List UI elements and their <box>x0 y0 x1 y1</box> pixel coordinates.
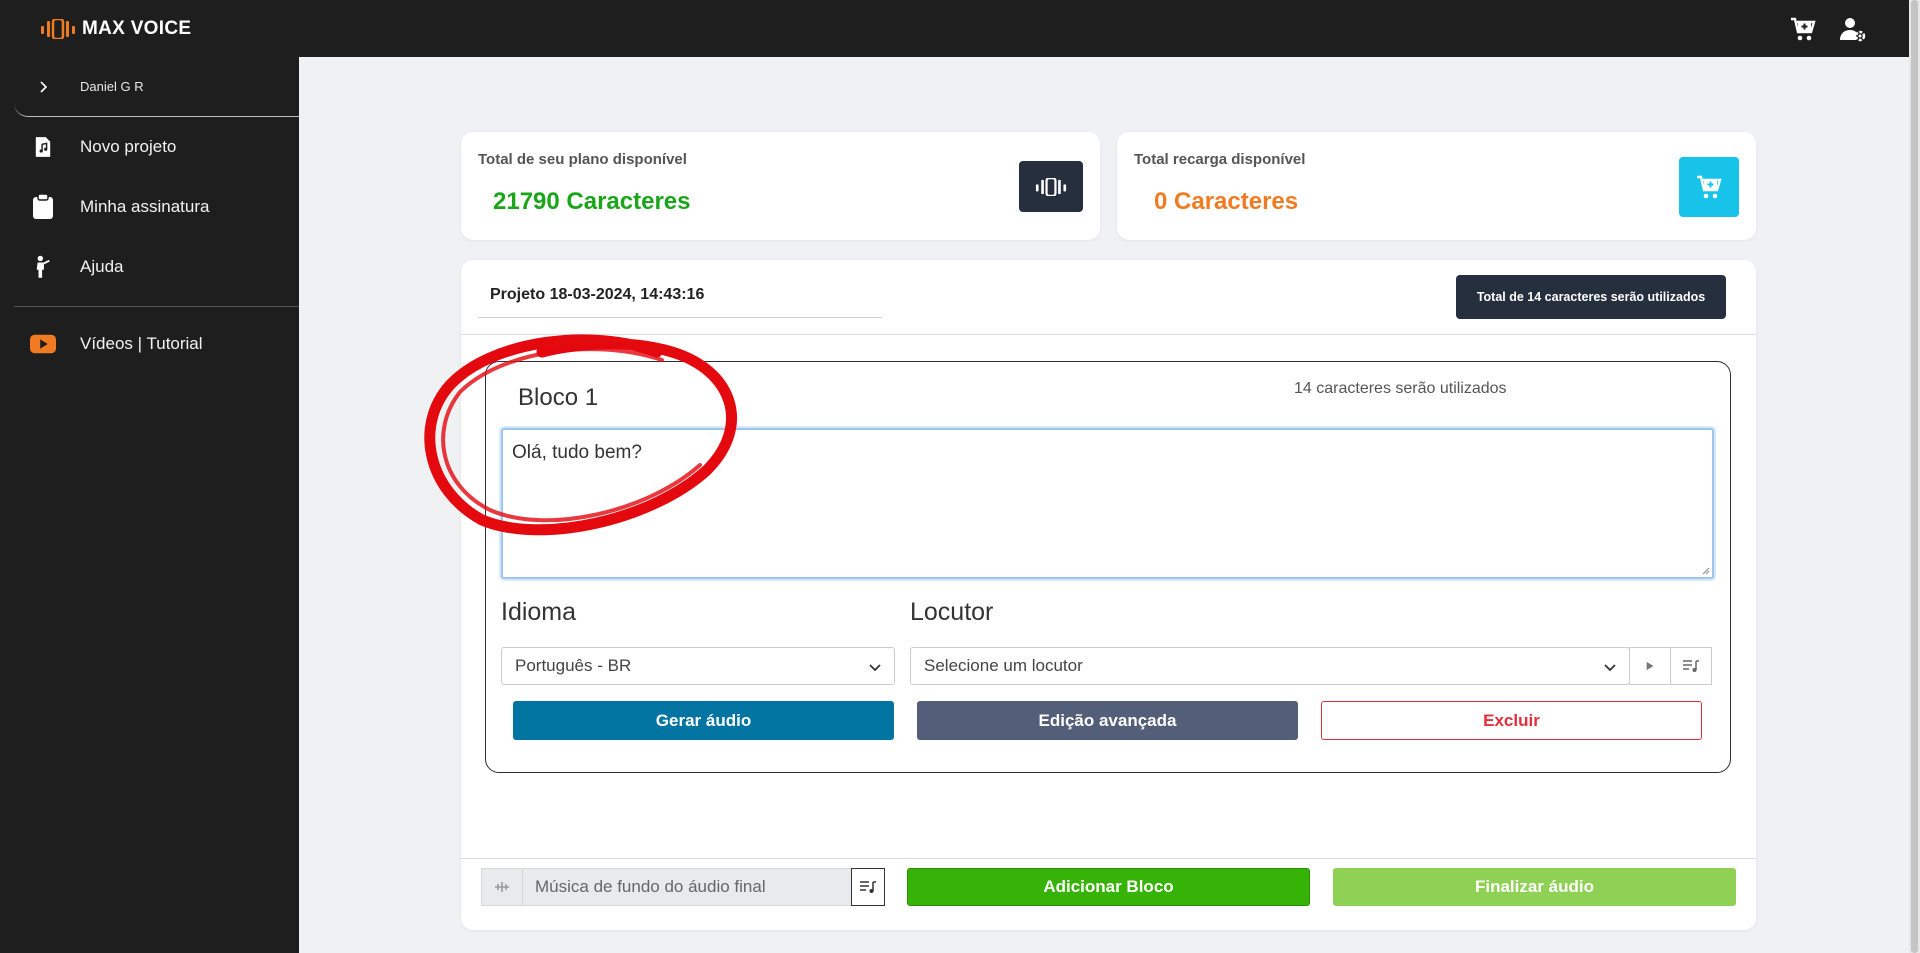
project-card: Projeto 18-03-2024, 14:43:16 Total de 14… <box>461 260 1756 930</box>
play-speaker-button[interactable] <box>1629 647 1671 685</box>
sidebar-item-novo-projeto[interactable]: Novo projeto <box>0 125 299 169</box>
cart-plus-icon[interactable] <box>1789 15 1817 43</box>
sound-wave-icon <box>495 882 509 892</box>
divider <box>461 334 1756 335</box>
language-select[interactable]: Português - BR <box>501 647 895 685</box>
add-block-button[interactable]: Adicionar Bloco <box>907 868 1310 906</box>
sidebar-item-label: Vídeos | Tutorial <box>80 334 203 353</box>
sidebar: Daniel G R Novo projeto Minha assinatura… <box>0 57 299 953</box>
divider <box>461 858 1756 859</box>
total-characters-badge: Total de 14 caracteres serão utilizados <box>1456 275 1726 319</box>
chevron-right-icon[interactable] <box>32 76 54 98</box>
music-file-icon <box>30 134 56 160</box>
recharge-label: Total recarga disponível <box>1134 151 1306 168</box>
block-text: Olá, tudo bem? <box>512 442 642 463</box>
chevron-down-icon <box>869 664 881 672</box>
music-source-icon-box <box>481 868 523 906</box>
play-icon <box>1646 661 1654 671</box>
project-title[interactable]: Projeto 18-03-2024, 14:43:16 <box>490 286 704 304</box>
user-settings-icon[interactable] <box>1839 15 1867 43</box>
finalize-audio-button[interactable]: Finalizar áudio <box>1333 868 1736 906</box>
top-bar: MAX VOICE <box>0 0 1909 57</box>
recharge-card: Total recarga disponível 0 Caracteres <box>1117 132 1756 240</box>
sidebar-item-label: Minha assinatura <box>80 197 210 216</box>
sound-wave-icon <box>1035 177 1067 196</box>
background-music-input[interactable]: Música de fundo do áudio final <box>522 868 852 906</box>
plan-value: 21790 Caracteres <box>493 188 691 215</box>
speaker-placeholder: Selecione um locutor <box>924 656 1083 675</box>
resize-handle-icon[interactable] <box>1700 565 1710 575</box>
playlist-music-icon <box>860 881 876 893</box>
sidebar-item-ajuda[interactable]: Ajuda <box>0 245 299 289</box>
user-name: Daniel G R <box>80 79 144 94</box>
speaker-select[interactable]: Selecione um locutor <box>910 647 1630 685</box>
block-text-input[interactable]: Olá, tudo bem? <box>501 428 1714 579</box>
project-title-underline <box>478 317 882 318</box>
recharge-value: 0 Caracteres <box>1154 188 1299 215</box>
delete-block-button[interactable]: Excluir <box>1321 701 1702 740</box>
plan-button[interactable] <box>1019 161 1083 212</box>
sidebar-item-videos-tutorial[interactable]: Vídeos | Tutorial <box>0 322 299 366</box>
plan-card: Total de seu plano disponível 21790 Cara… <box>461 132 1100 240</box>
clipboard-icon <box>30 194 56 220</box>
recharge-cart-button[interactable] <box>1679 157 1739 217</box>
person-help-icon <box>30 254 56 280</box>
youtube-play-icon <box>30 331 56 357</box>
brand-name: MAX VOICE <box>82 17 192 39</box>
sidebar-item-label: Novo projeto <box>80 137 177 156</box>
speaker-label: Locutor <box>910 598 994 626</box>
scrollbar[interactable] <box>1909 0 1920 953</box>
sidebar-divider <box>14 306 299 307</box>
block-title: Bloco 1 <box>518 384 599 411</box>
playlist-music-icon <box>1683 660 1699 672</box>
sound-wave-icon <box>41 18 75 39</box>
plan-label: Total de seu plano disponível <box>478 151 687 168</box>
sidebar-item-label: Ajuda <box>80 257 124 276</box>
block-character-count: 14 caracteres serão utilizados <box>1294 380 1507 397</box>
chevron-down-icon <box>1604 664 1616 672</box>
cart-plus-icon <box>1697 175 1722 199</box>
language-value: Português - BR <box>515 656 632 675</box>
sidebar-item-minha-assinatura[interactable]: Minha assinatura <box>0 185 299 229</box>
scrollbar-thumb[interactable] <box>1911 0 1918 953</box>
sidebar-user[interactable]: Daniel G R <box>14 57 299 117</box>
brand-logo[interactable]: MAX VOICE <box>40 18 191 40</box>
language-label: Idioma <box>501 598 577 626</box>
generate-audio-button[interactable]: Gerar áudio <box>513 701 894 740</box>
audio-block: Bloco 1 14 caracteres serão utilizados O… <box>485 361 1731 773</box>
advanced-edit-button[interactable]: Edição avançada <box>917 701 1298 740</box>
speaker-music-button[interactable] <box>1670 647 1712 685</box>
background-music-button[interactable] <box>851 868 885 906</box>
